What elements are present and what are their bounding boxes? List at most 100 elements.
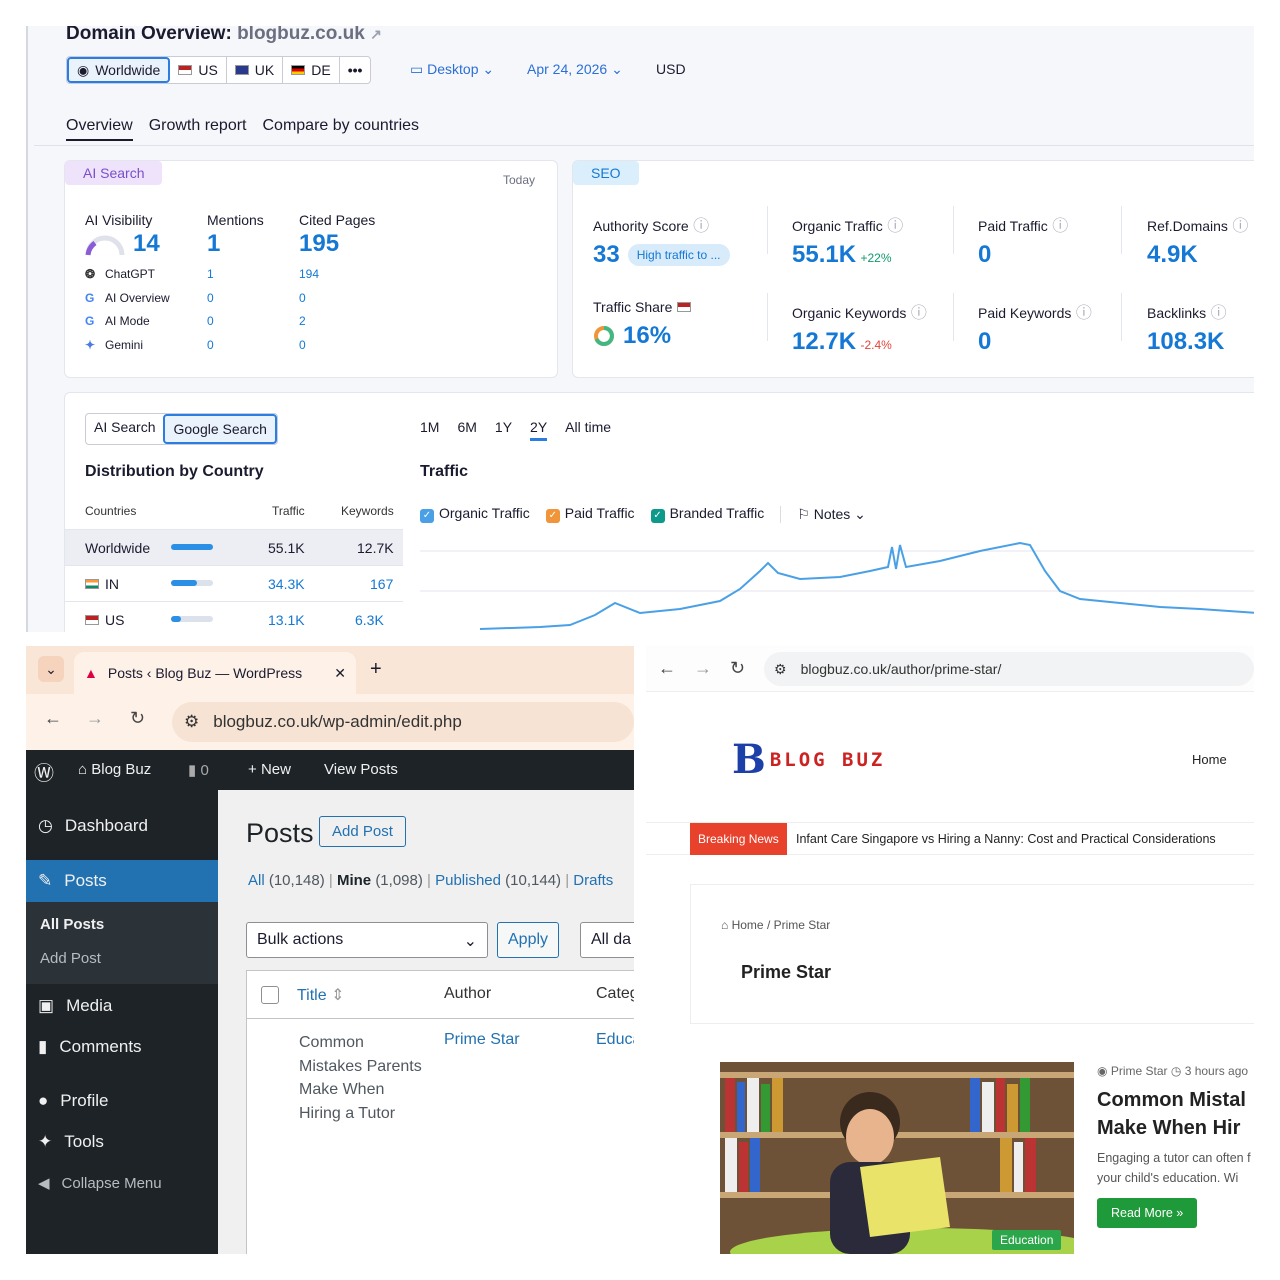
view-posts-link[interactable]: View Posts: [324, 761, 398, 778]
browser-tab[interactable]: ▲ Posts ‹ Blog Buz — WordPress ✕: [74, 652, 356, 694]
category-badge[interactable]: Education: [992, 1230, 1062, 1250]
country-keywords[interactable]: 167: [370, 576, 393, 592]
range-6m[interactable]: 6M: [457, 419, 476, 441]
menu-profile[interactable]: ● Profile: [26, 1081, 218, 1121]
article-title-link[interactable]: Common Mistal Make When Hir: [1097, 1086, 1254, 1142]
table-row[interactable]: US 13.1K 6.3K: [65, 601, 403, 632]
platform-mentions[interactable]: 1: [207, 267, 214, 281]
organic-keywords-value[interactable]: 12.7K: [792, 328, 856, 355]
info-icon[interactable]: ⓘ: [911, 305, 927, 322]
tab-list-button[interactable]: ⌄: [38, 656, 64, 682]
submenu-all-posts[interactable]: All Posts: [40, 916, 104, 933]
info-icon[interactable]: ⓘ: [1052, 218, 1068, 235]
site-name-link[interactable]: ⌂ Blog Buz: [78, 761, 151, 778]
filter-drafts[interactable]: Drafts: [573, 872, 613, 889]
external-link-icon[interactable]: ↗: [370, 26, 382, 42]
comments-link[interactable]: ▮ 0: [188, 761, 209, 779]
range-all-time[interactable]: All time: [565, 419, 611, 441]
reload-icon[interactable]: ↻: [130, 708, 145, 729]
forward-icon[interactable]: →: [694, 658, 712, 679]
traffic-badge[interactable]: High traffic to ...: [627, 244, 730, 266]
filter-all[interactable]: All (10,148) |: [248, 872, 337, 889]
legend-branded-traffic[interactable]: ✓ Branded Traffic: [650, 505, 764, 523]
platform-mentions[interactable]: 0: [207, 291, 214, 305]
breaking-news-headline[interactable]: Infant Care Singapore vs Hiring a Nanny:…: [796, 832, 1216, 846]
toggle-google-search[interactable]: Google Search: [163, 414, 277, 444]
date-select[interactable]: Apr 24, 2026 ⌄: [527, 61, 623, 78]
device-select[interactable]: ▭ Desktop ⌄: [410, 61, 494, 78]
mentions-value[interactable]: 1: [207, 230, 220, 258]
new-link[interactable]: + New: [248, 761, 291, 778]
submenu-add-post[interactable]: Add Post: [40, 950, 101, 967]
menu-dashboard[interactable]: ◷ Dashboard: [26, 806, 218, 846]
new-tab-button[interactable]: +: [370, 658, 382, 681]
address-field[interactable]: ⚙ blogbuz.co.uk/wp-admin/edit.php: [172, 702, 634, 742]
legend-paid-traffic[interactable]: ✓ Paid Traffic: [545, 505, 635, 523]
notes-dropdown[interactable]: ⚐ Notes ⌄: [780, 505, 866, 523]
menu-tools[interactable]: ✦ Tools: [26, 1122, 218, 1162]
post-title-link[interactable]: Common Mistakes Parents Make When Hiring…: [299, 1031, 427, 1125]
menu-comments[interactable]: ▮ Comments: [26, 1027, 218, 1067]
add-post-button[interactable]: Add Post: [319, 816, 406, 847]
domain-link[interactable]: blogbuz.co.uk: [237, 26, 365, 44]
bulk-actions-select[interactable]: Bulk actions ⌄: [246, 922, 488, 958]
filter-mine[interactable]: Mine (1,098) |: [337, 872, 435, 889]
article-thumbnail[interactable]: Education: [720, 1062, 1074, 1254]
authority-score-value[interactable]: 33: [593, 241, 620, 269]
platform-mentions[interactable]: 0: [207, 338, 214, 352]
back-icon[interactable]: ←: [44, 708, 62, 729]
platform-cited[interactable]: 0: [299, 291, 306, 305]
info-icon[interactable]: ⓘ: [1211, 305, 1227, 322]
select-all-checkbox[interactable]: [261, 986, 279, 1004]
legend-organic-traffic[interactable]: ✓ Organic Traffic: [420, 505, 530, 523]
range-2y[interactable]: 2Y: [530, 419, 548, 441]
platform-cited[interactable]: 2: [299, 314, 306, 328]
platform-cited[interactable]: 194: [299, 267, 319, 281]
location-us[interactable]: US: [170, 57, 227, 83]
traffic-share-value[interactable]: 16%: [623, 322, 671, 350]
range-1y[interactable]: 1Y: [495, 419, 512, 441]
tab-growth-report[interactable]: Growth report: [149, 117, 247, 141]
location-worldwide[interactable]: ◉ Worldwide: [67, 57, 171, 83]
info-icon[interactable]: ⓘ: [1232, 218, 1248, 235]
country-traffic[interactable]: 34.3K: [268, 576, 305, 592]
range-1m[interactable]: 1M: [420, 419, 439, 441]
more-locations-button[interactable]: •••: [340, 57, 371, 83]
location-uk[interactable]: UK: [227, 57, 284, 83]
organic-traffic-value[interactable]: 55.1K: [792, 241, 856, 268]
paid-keywords-value[interactable]: 0: [978, 328, 991, 355]
menu-collapse[interactable]: ◀ Collapse Menu: [26, 1163, 218, 1203]
menu-media[interactable]: ▣ Media: [26, 986, 218, 1026]
meta-author-link[interactable]: Prime Star: [1111, 1064, 1168, 1078]
close-icon[interactable]: ✕: [334, 665, 346, 682]
backlinks-value[interactable]: 108.3K: [1147, 328, 1224, 355]
toggle-ai-search[interactable]: AI Search: [86, 414, 163, 444]
cited-pages-value[interactable]: 195: [299, 230, 339, 258]
country-traffic[interactable]: 13.1K: [268, 612, 305, 628]
site-logo[interactable]: B BLOG BUZ: [732, 736, 885, 783]
back-icon[interactable]: ←: [658, 658, 676, 679]
site-info-icon[interactable]: ⚙: [184, 712, 199, 732]
info-icon[interactable]: ⓘ: [693, 218, 709, 235]
table-row[interactable]: Worldwide 55.1K 12.7K: [65, 529, 403, 565]
site-info-icon[interactable]: ⚙: [774, 661, 787, 678]
info-icon[interactable]: ⓘ: [887, 218, 903, 235]
forward-icon[interactable]: →: [86, 708, 104, 729]
ref-domains-value[interactable]: 4.9K: [1147, 241, 1198, 268]
country-keywords[interactable]: 6.3K: [355, 612, 384, 628]
ai-visibility-value[interactable]: 14: [133, 230, 160, 258]
wordpress-logo-icon[interactable]: Ⓦ: [34, 757, 54, 786]
filter-published[interactable]: Published (10,144) |: [435, 872, 573, 889]
title-column-sort[interactable]: Title ⇕: [297, 985, 345, 1005]
platform-cited[interactable]: 0: [299, 338, 306, 352]
post-category-link[interactable]: Educa: [596, 1031, 634, 1049]
table-row[interactable]: IN 34.3K 167: [65, 565, 403, 601]
read-more-button[interactable]: Read More »: [1097, 1198, 1198, 1228]
platform-mentions[interactable]: 0: [207, 314, 214, 328]
info-icon[interactable]: ⓘ: [1076, 305, 1092, 322]
post-author-link[interactable]: Prime Star: [444, 1031, 520, 1049]
nav-home-link[interactable]: Home: [1192, 752, 1227, 767]
menu-posts[interactable]: ✎ Posts: [26, 860, 218, 902]
paid-traffic-value[interactable]: 0: [978, 241, 991, 268]
reload-icon[interactable]: ↻: [730, 658, 745, 679]
